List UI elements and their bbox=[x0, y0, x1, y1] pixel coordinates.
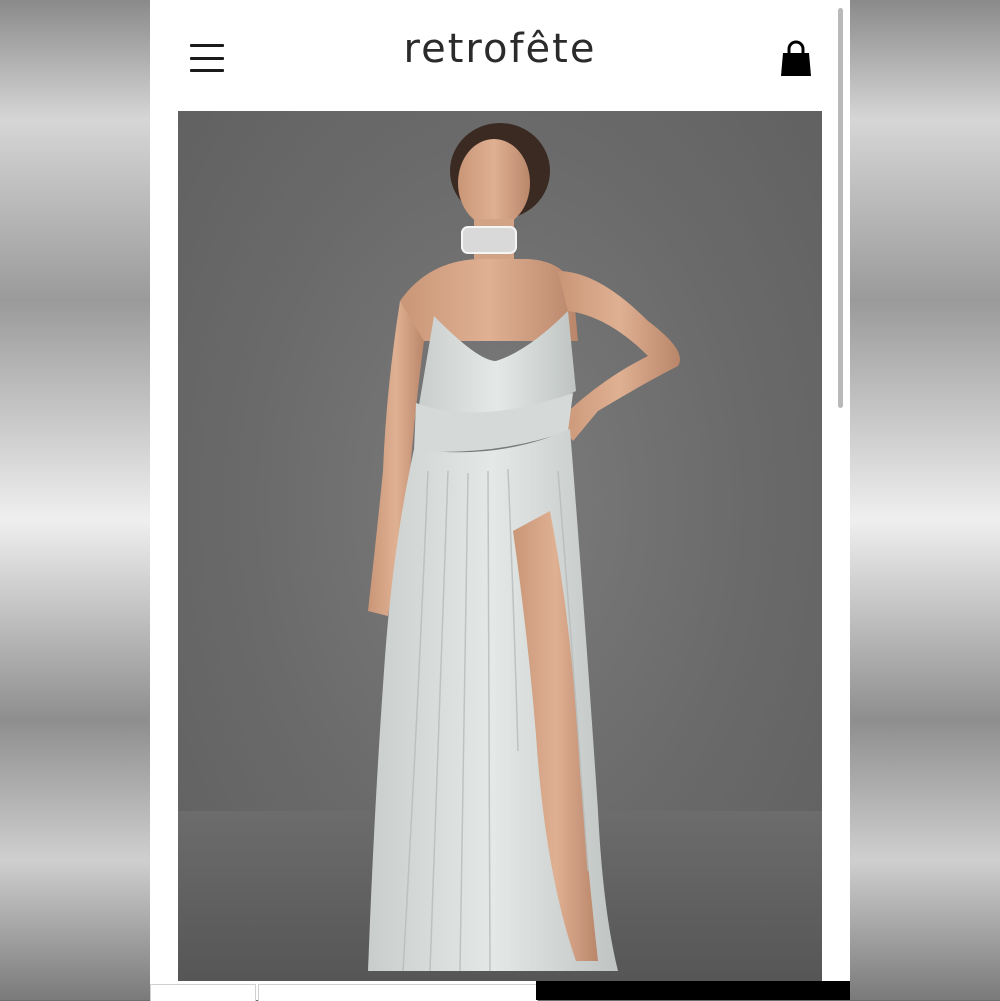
bottom-toolbar bbox=[150, 981, 850, 1001]
left-blurred-margin bbox=[0, 0, 150, 1000]
bottom-tab-middle[interactable] bbox=[258, 984, 538, 1001]
scrollbar[interactable] bbox=[838, 8, 843, 408]
bottom-tab-left[interactable] bbox=[150, 984, 256, 1001]
menu-line bbox=[190, 44, 224, 47]
menu-line bbox=[190, 56, 224, 60]
menu-line bbox=[190, 69, 224, 72]
shopping-bag-icon[interactable] bbox=[780, 40, 812, 78]
mobile-page: retrofête bbox=[150, 0, 850, 1000]
site-header: retrofête bbox=[150, 0, 850, 110]
brand-logo[interactable]: retrofête bbox=[330, 26, 670, 72]
bottom-tab-right[interactable] bbox=[536, 981, 850, 1000]
right-blurred-margin bbox=[850, 0, 1000, 1000]
model-in-pleated-gown-icon bbox=[178, 123, 822, 981]
product-photo[interactable] bbox=[178, 111, 822, 981]
hamburger-menu-icon[interactable] bbox=[190, 44, 224, 72]
